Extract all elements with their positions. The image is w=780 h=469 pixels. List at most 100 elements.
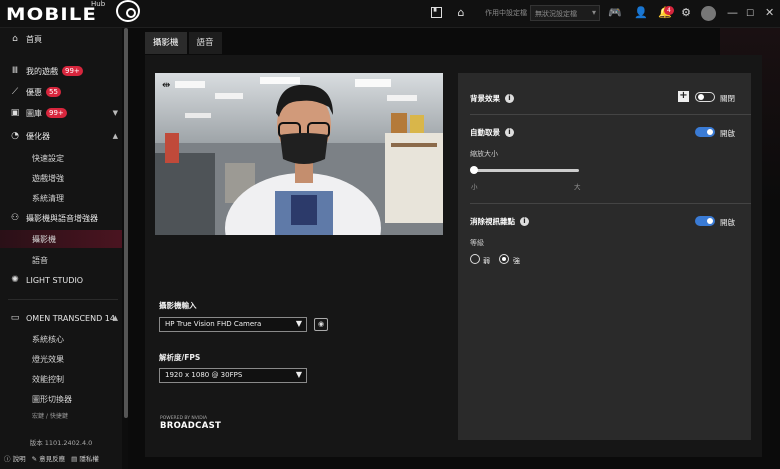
active-profile-label: 作用中設定檔	[485, 9, 527, 17]
app-logo: MOBILE	[6, 4, 96, 26]
camera-input-select[interactable]: HP True Vision FHD Camera ▼	[159, 317, 307, 332]
gamepad-icon[interactable]: 🎮	[606, 6, 624, 20]
camera-settings-icon[interactable]: ◉	[314, 318, 328, 331]
active-nav-highlight	[0, 230, 122, 248]
sidebar-item-label: OMEN TRANSCEND 14	[26, 313, 115, 323]
resolution-value: 1920 x 1080 @ 30FPS	[165, 371, 243, 379]
denoise-toggle[interactable]	[695, 216, 715, 226]
sidebar-subitem-game-boost[interactable]: 遊戲增強	[32, 173, 64, 184]
sidebar-item-device[interactable]: ▭ OMEN TRANSCEND 14 ▲	[0, 309, 122, 327]
sidebar-item-label: 我的遊戲	[26, 66, 58, 76]
level-strong-label: 強	[513, 257, 520, 265]
level-strong-radio[interactable]	[499, 254, 509, 264]
sidebar-subitem-system-clean[interactable]: 系統清理	[32, 193, 64, 204]
sidebar-item-light-studio[interactable]: ✺ LIGHT STUDIO	[0, 271, 122, 289]
info-icon[interactable]: i	[505, 128, 514, 137]
level-weak-radio[interactable]	[470, 254, 480, 264]
count-badge: 99+	[62, 66, 83, 76]
sidebar-item-home[interactable]: ⌂ 首頁	[0, 30, 122, 48]
feedback-link[interactable]: ✎ 意見反應	[32, 453, 66, 463]
tab-bar: 攝影機 語音	[145, 32, 224, 54]
sidebar-subitem-quick-setup[interactable]: 快速設定	[32, 153, 64, 164]
sidebar-item-optimizer[interactable]: ◔ 優化器 ▲	[0, 127, 122, 145]
sidebar-subitem-camera[interactable]: 攝影機	[32, 234, 56, 245]
divider	[8, 299, 118, 300]
denoise-state: 開啟	[720, 218, 735, 227]
count-badge: 99+	[46, 108, 67, 118]
sidebar-subitem-lighting[interactable]: 燈光效果	[32, 354, 64, 365]
resolution-select[interactable]: 1920 x 1080 @ 30FPS ▼	[159, 368, 307, 383]
privacy-link[interactable]: ▤ 隱私權	[71, 453, 99, 463]
info-icon[interactable]: i	[505, 94, 514, 103]
sidebar-subitem-performance[interactable]: 效能控制	[32, 374, 64, 385]
count-badge: 55	[46, 87, 61, 97]
sidebar-item-label: 圖庫	[26, 108, 42, 118]
profile-select[interactable]: 無狀況設定檔	[530, 5, 600, 21]
sidebar-item-deals[interactable]: ⟋ 優惠 55	[0, 83, 122, 101]
level-weak-label: 弱	[483, 257, 490, 265]
library-icon: Ⅲ	[11, 66, 19, 76]
close-icon[interactable]: ✕	[765, 6, 774, 20]
zoom-max-label: 大	[574, 183, 581, 191]
avatar[interactable]	[701, 6, 716, 21]
resolution-label: 解析度/FPS	[159, 353, 201, 362]
level-label: 等級	[470, 239, 484, 247]
broadcast-text: BROADCAST	[160, 421, 222, 431]
title-bar: MOBILE Hub ▘ ⌂ 作用中設定檔 無狀況設定檔 🎮 👤 🔔 4 ⚙ —…	[0, 0, 780, 28]
tab-voice[interactable]: 語音	[188, 32, 222, 54]
zoom-slider-handle[interactable]	[470, 166, 478, 174]
background-effect-state: 關閉	[720, 94, 735, 103]
gallery-icon: ▣	[10, 108, 20, 118]
chevron-down-icon: ▼	[295, 370, 302, 379]
background-effect-toggle[interactable]	[695, 92, 715, 102]
auto-frame-toggle[interactable]	[695, 127, 715, 137]
sidebar-subitem-system-core[interactable]: 系統核心	[32, 334, 64, 345]
sidebar-item-label: 首頁	[26, 34, 42, 44]
user-add-icon[interactable]: 👤	[634, 6, 648, 20]
widget-icon[interactable]: ▘	[431, 7, 442, 18]
sidebar-subitem-voice[interactable]: 語音	[32, 255, 48, 266]
logo-hub: Hub	[91, 0, 106, 8]
help-link[interactable]: ⓘ 說明	[4, 453, 26, 463]
chevron-down-icon[interactable]: ▼	[113, 109, 118, 117]
sidebar-item-label: LIGHT STUDIO	[26, 275, 84, 285]
nvidia-broadcast-logo: POWERED BY NVIDIA BROADCAST	[160, 416, 221, 431]
divider	[470, 203, 751, 204]
gauge-icon: ◔	[11, 131, 19, 141]
sidebar-item-gallery[interactable]: ▣ 圖庫 99+ ▼	[0, 104, 122, 122]
home-icon[interactable]: ⌂	[454, 6, 468, 20]
add-background-button[interactable]: +	[678, 91, 689, 102]
minimize-icon[interactable]: —	[727, 6, 738, 20]
sidebar-subitem-graphics-switcher[interactable]: 圖形切換器	[32, 394, 72, 405]
logo-mark-icon	[116, 0, 140, 22]
divider	[470, 114, 751, 115]
tab-camera[interactable]: 攝影機	[145, 32, 187, 54]
zoom-slider-track[interactable]	[473, 169, 579, 172]
logo-wordmark: MOBILE	[6, 5, 97, 25]
camera-mic-icon: ⚇	[10, 213, 20, 223]
chevron-down-icon: ▼	[295, 319, 302, 328]
chevron-up-icon[interactable]: ▲	[113, 314, 118, 322]
sidebar-item-label: 優化器	[26, 131, 50, 141]
denoise-title: 消除視訊雜點 i	[470, 216, 529, 227]
light-icon: ✺	[11, 275, 19, 285]
sidebar-item-label: 優惠	[26, 87, 42, 97]
sidebar-item-my-games[interactable]: Ⅲ 我的遊戲 99+	[0, 62, 122, 80]
maximize-icon[interactable]: ☐	[746, 7, 754, 21]
mirror-icon[interactable]: ⇹	[162, 80, 170, 91]
sidebar-item-label: 攝影機與語音增強器	[26, 213, 98, 223]
background-effect-title: 背景效果 i	[470, 93, 514, 104]
laptop-icon: ▭	[10, 313, 20, 323]
version-text: 版本 1101.2402.4.0	[29, 439, 93, 447]
chevron-up-icon[interactable]: ▲	[113, 132, 118, 140]
zoom-min-label: 小	[471, 183, 478, 191]
home-icon: ⌂	[12, 34, 18, 44]
camera-input-value: HP True Vision FHD Camera	[165, 320, 262, 328]
gear-icon[interactable]: ⚙	[679, 6, 693, 20]
effects-settings-card: 背景效果 i + 關閉 自動取景 i 開啟 縮放大小 小 大 消除視訊雜點 i 開啟 …	[458, 73, 751, 440]
sidebar-subitem-macros[interactable]: 宏鍵 / 快捷鍵	[32, 411, 68, 420]
sidebar-item-camera-voice[interactable]: ⚇ 攝影機與語音增強器	[0, 209, 122, 227]
info-icon[interactable]: i	[520, 217, 529, 226]
notification-badge: 4	[664, 6, 674, 15]
auto-frame-state: 開啟	[720, 129, 735, 138]
